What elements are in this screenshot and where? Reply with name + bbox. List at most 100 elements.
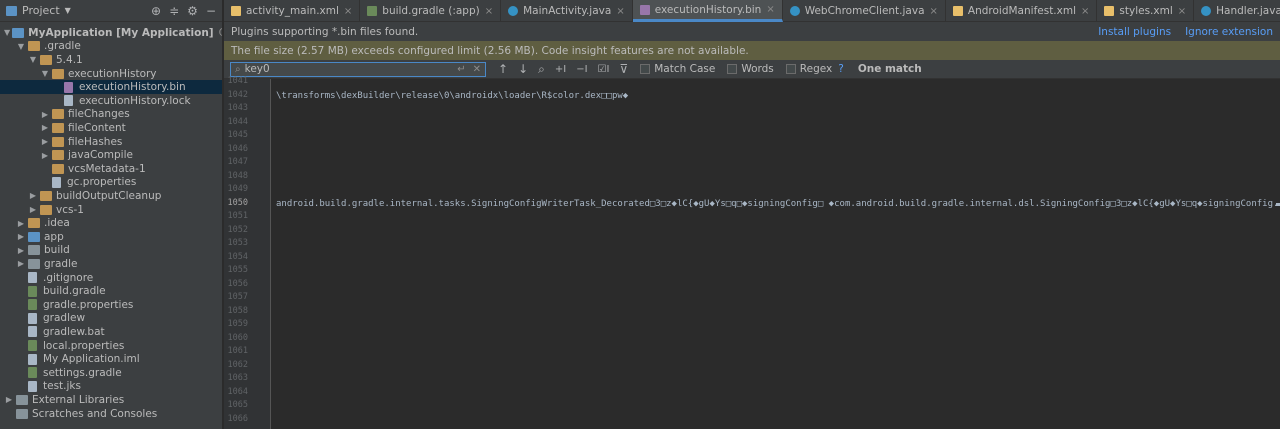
tree-item-label: vcs-1 xyxy=(56,203,84,216)
regex-option[interactable]: Regex ? xyxy=(785,63,844,75)
tree-item[interactable]: gradlew.bat xyxy=(0,325,222,339)
tree-item[interactable]: executionHistory.bin xyxy=(0,80,222,94)
tree-item[interactable]: settings.gradle xyxy=(0,366,222,380)
tree-item[interactable]: .gitignore xyxy=(0,271,222,285)
tree-item[interactable]: local.properties xyxy=(0,339,222,353)
select-all-occurrences-icon[interactable]: ☑I xyxy=(598,64,610,75)
collapsed-arrow-icon[interactable]: ▶ xyxy=(16,232,26,241)
words-checkbox[interactable] xyxy=(727,64,738,74)
tree-item[interactable]: ▶ gradle xyxy=(0,257,222,271)
hide-icon[interactable]: − xyxy=(206,4,216,18)
line-number-gutter[interactable]: 1041 1042 1043 1044 1045 1046 1047 1048 1049 1050… xyxy=(224,76,271,429)
tree-item[interactable]: My Application.iml xyxy=(0,352,222,366)
tree-item[interactable]: ▶ fileHashes xyxy=(0,135,222,149)
editor-tab[interactable]: Handler.java× xyxy=(1194,0,1280,22)
install-plugins-link[interactable]: Install plugins xyxy=(1098,26,1171,38)
collapsed-arrow-icon[interactable]: ▶ xyxy=(40,137,50,146)
regex-help-link[interactable]: ? xyxy=(838,63,844,75)
editor-tab[interactable]: WebChromeClient.java × xyxy=(783,0,946,22)
clear-search-icon[interactable]: ✕ xyxy=(473,64,481,75)
tree-item[interactable]: executionHistory.lock xyxy=(0,94,222,108)
collapsed-arrow-icon[interactable]: ▶ xyxy=(16,259,26,268)
file-size-warning: The file size (2.57 MB) exceeds configur… xyxy=(224,41,1280,60)
tree-item[interactable]: ▶ .idea xyxy=(0,216,222,230)
editor-tab[interactable]: styles.xml × xyxy=(1097,0,1195,22)
close-tab-icon[interactable]: × xyxy=(766,4,774,15)
tree-item[interactable]: ▶ fileChanges xyxy=(0,108,222,122)
vertical-scrollbar[interactable] xyxy=(1276,79,1280,429)
new-line-icon[interactable]: ↵ xyxy=(457,64,465,75)
ignore-extension-link[interactable]: Ignore extension xyxy=(1185,26,1273,38)
expanded-arrow-icon[interactable]: ▼ xyxy=(28,55,38,64)
editor-tab[interactable]: activity_main.xml × xyxy=(224,0,361,22)
close-tab-icon[interactable]: × xyxy=(344,6,352,17)
tree-item[interactable]: gradlew xyxy=(0,312,222,326)
collapsed-arrow-icon[interactable]: ▶ xyxy=(40,123,50,132)
tree-item[interactable]: ▶ javaCompile xyxy=(0,148,222,162)
tree-item[interactable]: ▶ build xyxy=(0,244,222,258)
expanded-arrow-icon[interactable]: ▼ xyxy=(40,69,50,78)
collapsed-arrow-icon[interactable]: ▶ xyxy=(28,191,38,200)
tree-item[interactable]: ▶ fileContent xyxy=(0,121,222,135)
add-occurrence-icon[interactable]: +I xyxy=(555,64,566,75)
tree-item-label: gradlew.bat xyxy=(43,325,105,338)
search-icon[interactable]: ⌕ xyxy=(235,64,241,75)
find-all-icon[interactable]: ⌕ xyxy=(538,62,545,77)
expanded-arrow-icon[interactable]: ▼ xyxy=(4,28,10,37)
editor-tab[interactable]: AndroidManifest.xml × xyxy=(946,0,1098,22)
gear-icon[interactable]: ⚙ xyxy=(187,4,198,18)
editor-tab[interactable]: executionHistory.bin × xyxy=(632,0,783,22)
project-view-selector[interactable]: Project ▼ xyxy=(6,4,71,17)
collapse-all-icon[interactable]: ≑ xyxy=(169,4,179,18)
close-tab-icon[interactable]: × xyxy=(485,6,493,17)
folder-icon xyxy=(52,136,64,147)
editor-content[interactable]: \transforms\dexBuilder\release\0\android… xyxy=(272,79,1276,429)
previous-occurrence-icon[interactable]: ↑ xyxy=(498,62,508,76)
tree-item[interactable]: ▼ .gradle xyxy=(0,40,222,54)
tree-item[interactable]: ▶ buildOutputCleanup xyxy=(0,189,222,203)
close-tab-icon[interactable]: × xyxy=(1081,6,1089,17)
tree-item[interactable]: Scratches and Consoles xyxy=(0,407,222,421)
remove-occurrence-icon[interactable]: −I xyxy=(576,64,587,75)
tree-item[interactable]: build.gradle xyxy=(0,284,222,298)
expanded-arrow-icon[interactable]: ▼ xyxy=(16,42,26,51)
collapsed-arrow-icon[interactable]: ▶ xyxy=(40,151,50,160)
search-input[interactable]: ⌕ key0 ↵ ✕ xyxy=(230,61,486,77)
collapsed-arrow-icon[interactable]: ▶ xyxy=(4,395,14,404)
tree-item[interactable]: ▼ executionHistory xyxy=(0,67,222,81)
close-tab-icon[interactable]: × xyxy=(930,6,938,17)
regex-checkbox[interactable] xyxy=(785,64,796,74)
collapsed-arrow-icon[interactable]: ▶ xyxy=(16,219,26,228)
collapsed-arrow-icon[interactable]: ▶ xyxy=(16,246,26,255)
match-case-checkbox[interactable] xyxy=(640,64,651,74)
tree-item[interactable]: gradle.properties xyxy=(0,298,222,312)
tree-item[interactable]: gc.properties xyxy=(0,176,222,190)
editor-tab[interactable]: MainActivity.java × xyxy=(501,0,633,22)
next-occurrence-icon[interactable]: ↓ xyxy=(518,62,528,76)
filter-icon[interactable]: ⊽ xyxy=(619,62,628,76)
search-result-marker[interactable] xyxy=(1276,203,1280,206)
line-number: 1060 xyxy=(227,332,248,343)
editor-tab[interactable]: build.gradle (:app) × xyxy=(360,0,502,22)
close-tab-icon[interactable]: × xyxy=(616,6,624,17)
tree-item[interactable]: test.jks xyxy=(0,380,222,394)
project-panel-tools: ⊕ ≑ ⚙ − xyxy=(151,4,216,18)
code-line-1050[interactable]: android.build.gradle.internal.tasks.Sign… xyxy=(276,199,1276,209)
folder-icon xyxy=(52,163,64,174)
collapsed-arrow-icon[interactable]: ▶ xyxy=(28,205,38,214)
chevron-down-icon: ▼ xyxy=(64,6,71,15)
tree-item[interactable]: ▼ 5.4.1 xyxy=(0,53,222,67)
tree-item[interactable]: ▼ MyApplication [My Application] C:\Users\… xyxy=(0,26,222,40)
words-option[interactable]: Words xyxy=(727,63,774,75)
tree-item-label: settings.gradle xyxy=(43,366,122,379)
match-case-option[interactable]: Match Case xyxy=(640,63,715,75)
tree-item[interactable]: ▶ External Libraries xyxy=(0,393,222,407)
close-tab-icon[interactable]: × xyxy=(1178,6,1186,17)
collapsed-arrow-icon[interactable]: ▶ xyxy=(40,110,50,119)
tree-item[interactable]: vcsMetadata-1 xyxy=(0,162,222,176)
tree-item[interactable]: ▶ vcs-1 xyxy=(0,203,222,217)
locate-icon[interactable]: ⊕ xyxy=(151,4,161,18)
code-line-1042[interactable]: \transforms\dexBuilder\release\0\android… xyxy=(276,91,628,101)
editor-tab-label: build.gradle (:app) xyxy=(382,5,480,17)
tree-item[interactable]: ▶ app xyxy=(0,230,222,244)
